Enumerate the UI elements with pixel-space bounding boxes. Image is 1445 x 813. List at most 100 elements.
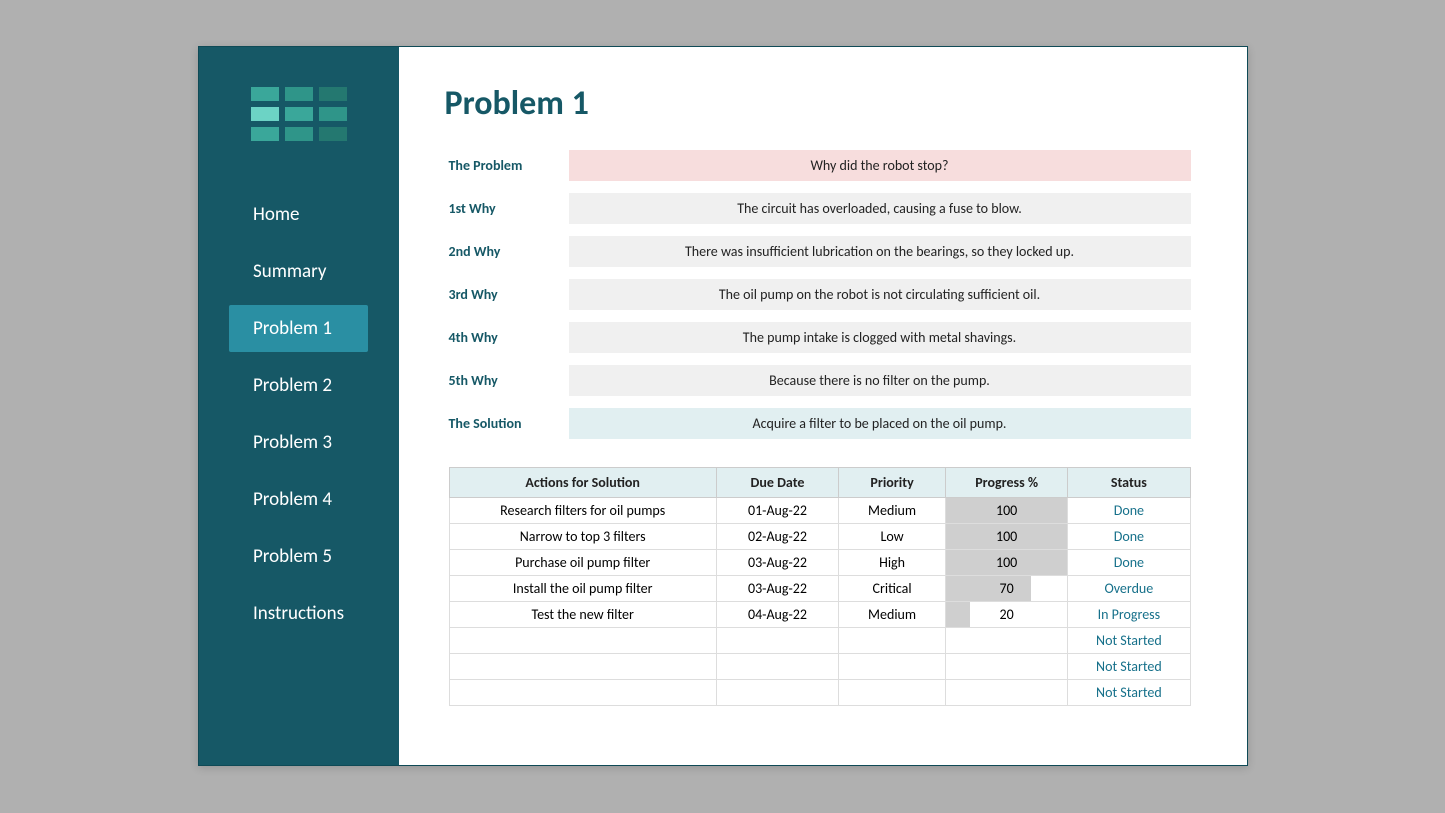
cell-progress[interactable]: 100 xyxy=(946,524,1068,550)
why-value[interactable]: The circuit has overloaded, causing a fu… xyxy=(569,193,1191,224)
why-row: 3rd WhyThe oil pump on the robot is not … xyxy=(449,279,1191,310)
status-text: Not Started xyxy=(1096,658,1162,675)
why-label: 2nd Why xyxy=(449,243,569,260)
status-text: Overdue xyxy=(1104,580,1153,597)
cell-progress[interactable]: 70 xyxy=(946,576,1068,602)
page-container: Home Summary Problem 1 Problem 2 Problem 3 Pr… xyxy=(198,46,1248,766)
cell-status[interactable]: Not Started xyxy=(1068,654,1190,680)
cell-action[interactable]: Narrow to top 3 filters xyxy=(449,524,716,550)
logo-cell xyxy=(285,107,313,121)
cell-priority[interactable]: High xyxy=(839,550,946,576)
table-row: Not Started xyxy=(449,654,1190,680)
table-row: Not Started xyxy=(449,628,1190,654)
why-value[interactable]: Acquire a filter to be placed on the oil… xyxy=(569,408,1191,439)
cell-action[interactable]: Purchase oil pump filter xyxy=(449,550,716,576)
logo-icon xyxy=(251,87,347,141)
why-row: The ProblemWhy did the robot stop? xyxy=(449,150,1191,181)
cell-action[interactable] xyxy=(449,654,716,680)
cell-status[interactable]: Done xyxy=(1068,524,1190,550)
nav-item-summary[interactable]: Summary xyxy=(229,248,368,295)
col-header: Progress % xyxy=(946,468,1068,498)
cell-priority[interactable]: Medium xyxy=(839,498,946,524)
why-row: 5th WhyBecause there is no filter on the… xyxy=(449,365,1191,396)
progress-value: 100 xyxy=(946,524,1067,549)
status-text: Done xyxy=(1114,502,1144,519)
cell-action[interactable]: Research filters for oil pumps xyxy=(449,498,716,524)
cell-status[interactable]: Not Started xyxy=(1068,680,1190,706)
logo-cell xyxy=(251,87,279,101)
nav-item-problem-3[interactable]: Problem 3 xyxy=(229,419,368,466)
progress-value: 100 xyxy=(946,550,1067,575)
nav-item-problem-4[interactable]: Problem 4 xyxy=(229,476,368,523)
col-header: Priority xyxy=(839,468,946,498)
why-label: 3rd Why xyxy=(449,286,569,303)
why-label: 1st Why xyxy=(449,200,569,217)
cell-due[interactable]: 03-Aug-22 xyxy=(716,576,838,602)
nav-item-problem-2[interactable]: Problem 2 xyxy=(229,362,368,409)
cell-due[interactable]: 02-Aug-22 xyxy=(716,524,838,550)
cell-progress[interactable]: 20 xyxy=(946,602,1068,628)
cell-due[interactable] xyxy=(716,628,838,654)
progress-value: 70 xyxy=(946,576,1067,601)
cell-due[interactable] xyxy=(716,680,838,706)
table-row: Research filters for oil pumps01-Aug-22M… xyxy=(449,498,1190,524)
table-row: Narrow to top 3 filters02-Aug-22Low100Do… xyxy=(449,524,1190,550)
logo-cell xyxy=(251,107,279,121)
cell-action[interactable] xyxy=(449,680,716,706)
nav-item-problem-5[interactable]: Problem 5 xyxy=(229,533,368,580)
cell-status[interactable]: Not Started xyxy=(1068,628,1190,654)
col-header: Actions for Solution xyxy=(449,468,716,498)
cell-priority[interactable]: Medium xyxy=(839,602,946,628)
cell-progress[interactable] xyxy=(946,654,1068,680)
cell-action[interactable]: Test the new filter xyxy=(449,602,716,628)
why-label: 4th Why xyxy=(449,329,569,346)
cell-due[interactable]: 04-Aug-22 xyxy=(716,602,838,628)
logo-cell xyxy=(319,87,347,101)
col-header: Due Date xyxy=(716,468,838,498)
logo-cell xyxy=(251,127,279,141)
nav-item-home[interactable]: Home xyxy=(229,191,368,238)
logo-cell xyxy=(319,127,347,141)
cell-due[interactable] xyxy=(716,654,838,680)
cell-priority[interactable] xyxy=(839,680,946,706)
col-header: Status xyxy=(1068,468,1190,498)
nav-item-problem-1[interactable]: Problem 1 xyxy=(229,305,368,352)
why-label: The Solution xyxy=(449,415,569,432)
why-value[interactable]: Because there is no filter on the pump. xyxy=(569,365,1191,396)
status-text: In Progress xyxy=(1098,606,1161,623)
why-row: 2nd WhyThere was insufficient lubricatio… xyxy=(449,236,1191,267)
cell-priority[interactable] xyxy=(839,654,946,680)
why-value[interactable]: There was insufficient lubrication on th… xyxy=(569,236,1191,267)
why-value[interactable]: Why did the robot stop? xyxy=(569,150,1191,181)
table-row: Purchase oil pump filter03-Aug-22High100… xyxy=(449,550,1190,576)
cell-status[interactable]: Done xyxy=(1068,550,1190,576)
status-text: Done xyxy=(1114,554,1144,571)
why-value[interactable]: The pump intake is clogged with metal sh… xyxy=(569,322,1191,353)
five-whys-section: The ProblemWhy did the robot stop? 1st Wh… xyxy=(449,150,1191,439)
table-row: Not Started xyxy=(449,680,1190,706)
logo-cell xyxy=(285,87,313,101)
cell-priority[interactable] xyxy=(839,628,946,654)
cell-progress[interactable] xyxy=(946,680,1068,706)
status-text: Not Started xyxy=(1096,632,1162,649)
logo-cell xyxy=(285,127,313,141)
cell-progress[interactable]: 100 xyxy=(946,550,1068,576)
table-row: Test the new filter04-Aug-22Medium20 In P… xyxy=(449,602,1190,628)
status-text: Not Started xyxy=(1096,684,1162,701)
why-value[interactable]: The oil pump on the robot is not circula… xyxy=(569,279,1191,310)
page-title: Problem 1 xyxy=(445,83,1191,124)
cell-status[interactable]: Overdue xyxy=(1068,576,1190,602)
why-label: The Problem xyxy=(449,157,569,174)
cell-progress[interactable] xyxy=(946,628,1068,654)
cell-action[interactable] xyxy=(449,628,716,654)
cell-action[interactable]: Install the oil pump filter xyxy=(449,576,716,602)
progress-value: 100 xyxy=(946,498,1067,523)
cell-priority[interactable]: Critical xyxy=(839,576,946,602)
cell-due[interactable]: 01-Aug-22 xyxy=(716,498,838,524)
cell-status[interactable]: In Progress xyxy=(1068,602,1190,628)
cell-due[interactable]: 03-Aug-22 xyxy=(716,550,838,576)
nav-item-instructions[interactable]: Instructions xyxy=(229,590,368,637)
cell-priority[interactable]: Low xyxy=(839,524,946,550)
cell-status[interactable]: Done xyxy=(1068,498,1190,524)
cell-progress[interactable]: 100 xyxy=(946,498,1068,524)
